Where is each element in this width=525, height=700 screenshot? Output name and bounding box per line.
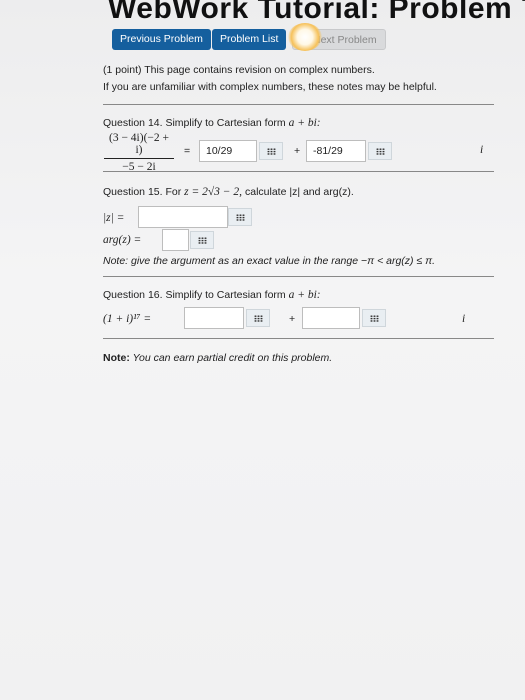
q16-expression: (1 + i)¹⁷ =	[103, 313, 152, 325]
q14-i: i	[480, 144, 484, 156]
q16-real-input[interactable]	[184, 307, 244, 329]
q14-imag-math-editor-icon[interactable]	[368, 142, 392, 160]
webwork-page: WebWork Tutorial: Problem 7 Previous Pro…	[0, 0, 525, 700]
problem-list-button[interactable]: Problem List	[212, 29, 287, 50]
q14-imag-input[interactable]: -81/29	[306, 140, 366, 162]
divider-1	[103, 104, 494, 105]
camera-glare	[288, 23, 322, 51]
q16-i: i	[462, 313, 466, 325]
q15-arg-math-editor-icon[interactable]	[190, 231, 214, 249]
q14-label-math: a + bi:	[288, 117, 321, 129]
q15-label-text: Question 15. For	[103, 186, 185, 198]
q15-arg-label: arg(z) =	[103, 234, 142, 246]
divider-2	[103, 171, 494, 172]
partial-credit-note-bold: Note:	[103, 352, 130, 364]
q14-label: Question 14. Simplify to Cartesian form …	[103, 117, 321, 129]
notes-link[interactable]: these notes may be helpful.	[308, 81, 436, 93]
q15-label-tail: calculate |z| and arg(z).	[242, 186, 354, 198]
q14-fraction: (3 − 4i)(−2 + i) −5 − 2i	[104, 132, 174, 173]
q14-numerator: (3 − 4i)(−2 + i)	[104, 132, 174, 159]
q15-abs-label: |z| =	[103, 212, 125, 224]
q16-imag-math-editor-icon[interactable]	[362, 309, 386, 327]
q15-label: Question 15. For z = 2√3 − 2, calculate …	[103, 186, 354, 198]
divider-3	[103, 276, 494, 277]
q15-abs-math-editor-icon[interactable]	[228, 208, 252, 226]
intro-text: (1 point) This page contains revision on…	[103, 64, 375, 76]
divider-4	[103, 338, 494, 339]
q16-label-text: Question 16. Simplify to Cartesian form	[103, 289, 289, 301]
page-title: WebWork Tutorial: Problem 7	[108, 0, 525, 25]
q14-real-math-editor-icon[interactable]	[259, 142, 283, 160]
partial-credit-note: Note: You can earn partial credit on thi…	[103, 352, 332, 364]
q15-arg-input[interactable]	[162, 229, 189, 251]
q14-plus: +	[294, 145, 301, 157]
intro-line-2: If you are unfamiliar with complex numbe…	[103, 81, 437, 93]
q15-label-math: z = 2√3 − 2,	[184, 186, 243, 198]
q14-label-text: Question 14. Simplify to Cartesian form	[103, 117, 289, 129]
q15-abs-input[interactable]	[138, 206, 228, 228]
q15-note: Note: give the argument as an exact valu…	[103, 255, 436, 267]
q16-label: Question 16. Simplify to Cartesian form …	[103, 289, 321, 301]
q16-label-math: a + bi:	[288, 289, 321, 301]
q16-plus: +	[289, 313, 296, 325]
q16-imag-input[interactable]	[302, 307, 360, 329]
previous-problem-button[interactable]: Previous Problem	[112, 29, 211, 50]
q16-real-math-editor-icon[interactable]	[246, 309, 270, 327]
partial-credit-note-text: You can earn partial credit on this prob…	[129, 352, 333, 364]
intro-link-prefix: If you are unfamiliar with complex numbe…	[103, 81, 309, 93]
q14-real-input[interactable]: 10/29	[199, 140, 257, 162]
q14-equals: =	[184, 145, 191, 157]
